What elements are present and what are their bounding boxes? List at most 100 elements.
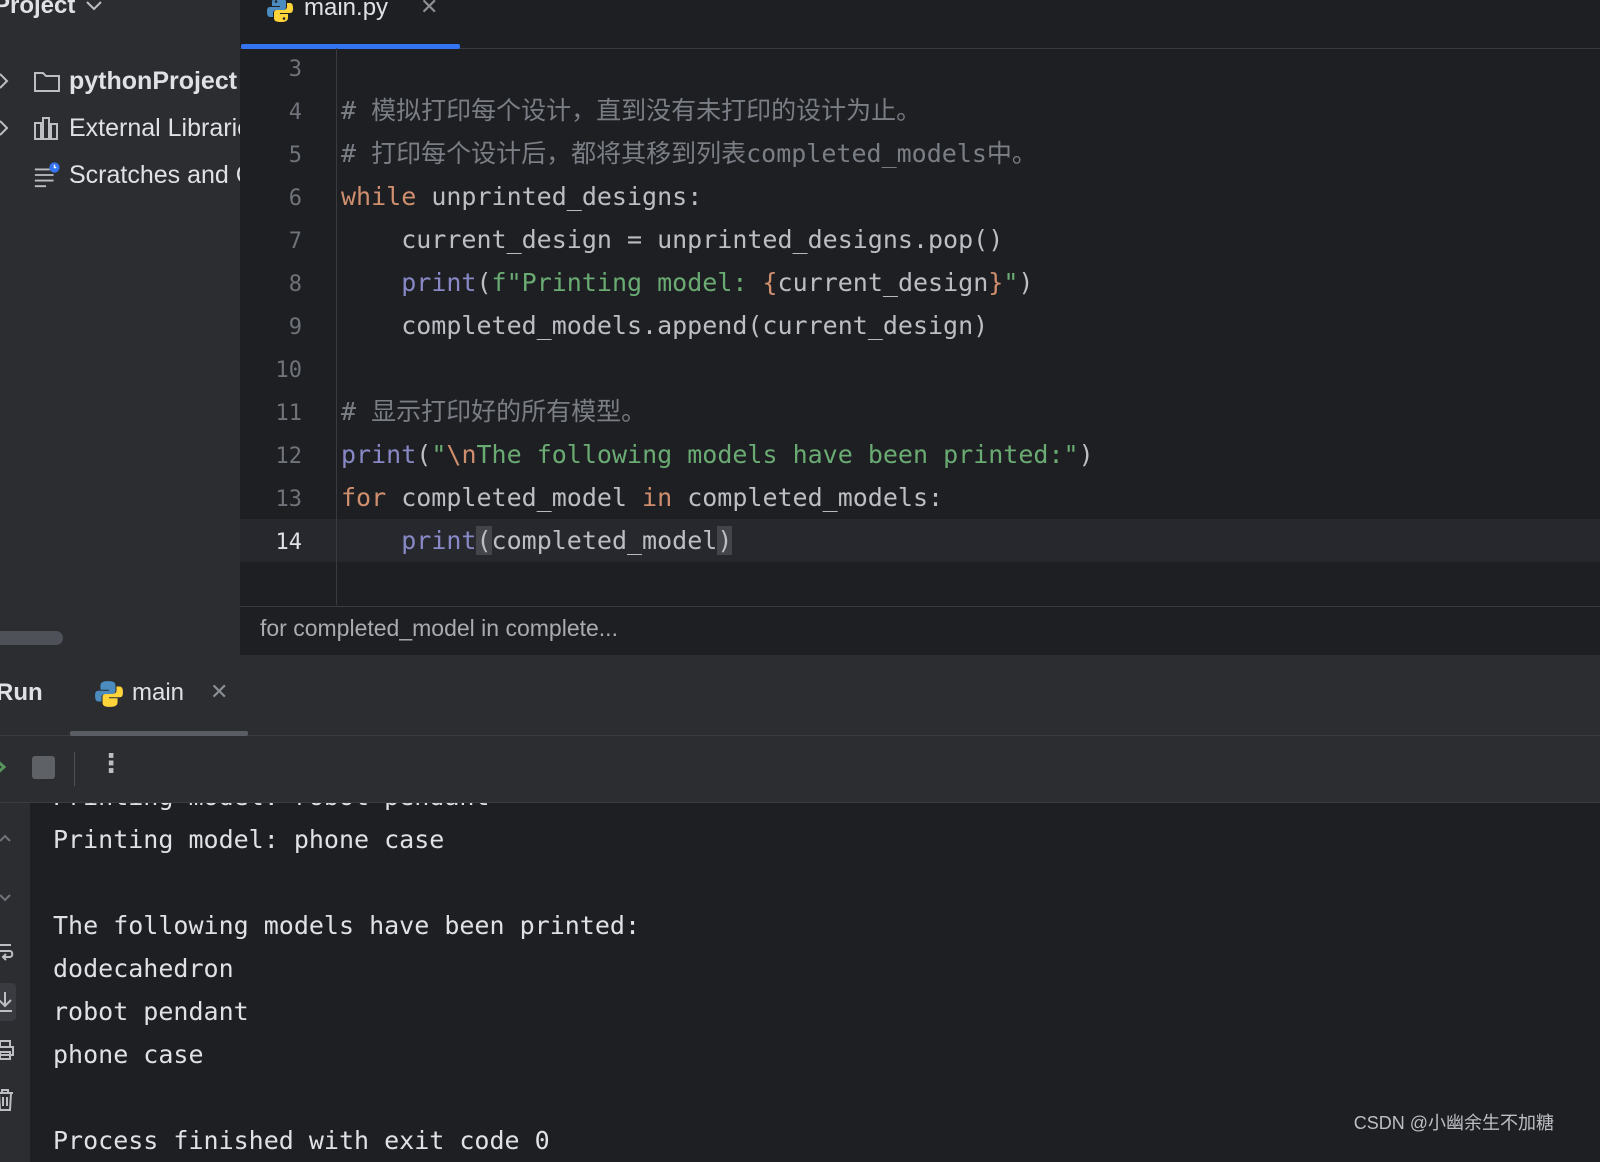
project-tool-window: Project pythonProject External Libraries… <box>0 0 240 655</box>
line-number: 12 <box>275 444 303 469</box>
python-file-icon <box>95 681 123 707</box>
run-toolbar: ⋮ <box>0 736 1600 803</box>
tree-item-external-libraries[interactable]: External Libraries <box>0 108 240 148</box>
print-icon[interactable] <box>0 1037 16 1063</box>
scratches-icon <box>33 155 61 195</box>
paren: ( <box>416 440 432 469</box>
string: The following models have been printed:" <box>476 440 1079 469</box>
run-side-toolbar <box>0 803 30 1162</box>
paren: ( <box>476 268 492 297</box>
string: " <box>431 440 447 469</box>
run-tool-window: Run main ✕ ⋮ Printing model: phone case … <box>0 655 1600 1162</box>
more-options-icon[interactable]: ⋮ <box>98 748 124 779</box>
code-line[interactable]: print("\nThe following models have been … <box>341 433 1094 476</box>
code-line[interactable]: print(f"Printing model: {current_design}… <box>341 261 1033 304</box>
code-line[interactable]: current_design = unprinted_designs.pop() <box>341 218 1003 261</box>
code-text: completed_models.append(current_design) <box>341 311 989 340</box>
tree-item-label: External Libraries <box>69 113 240 142</box>
trash-icon[interactable] <box>0 1087 16 1113</box>
tab-run-main[interactable]: main ✕ <box>70 655 248 736</box>
keyword: in <box>642 483 673 512</box>
console-line: robot pendant <box>53 997 249 1026</box>
chevron-right-icon[interactable] <box>0 108 14 148</box>
console-line: Process finished with exit code 0 <box>53 1126 550 1155</box>
rerun-icon[interactable] <box>0 754 8 780</box>
tree-item-label: pythonProject <box>69 66 238 95</box>
python-file-icon <box>267 0 293 22</box>
breadcrumb-item[interactable]: for completed_model in complete... <box>260 615 618 642</box>
line-number: 3 <box>288 57 302 82</box>
code-line[interactable]: completed_models.append(current_design) <box>341 304 988 347</box>
console-line: dodecahedron <box>53 954 234 983</box>
soft-wrap-icon[interactable] <box>0 938 16 964</box>
line-number: 5 <box>288 143 302 168</box>
close-icon[interactable]: ✕ <box>210 679 228 705</box>
horizontal-scrollbar[interactable] <box>0 631 63 645</box>
tab-label: main.py <box>304 0 389 21</box>
editor-tab-bar: main.py ✕ <box>240 0 1600 49</box>
tab-label: main <box>132 679 185 706</box>
console-line: The following models have been printed: <box>53 911 640 940</box>
line-number-current: 14 <box>275 530 303 555</box>
code-text: completed_model <box>386 483 643 512</box>
stop-icon[interactable] <box>32 756 55 779</box>
code-text: completed_models: <box>672 483 944 512</box>
folder-icon <box>33 61 61 101</box>
console-line: phone case <box>53 1040 204 1069</box>
string: f"Printing model: <box>491 268 763 297</box>
toolbar-separator <box>74 752 75 786</box>
line-number-gutter: 3 4 5 6 7 8 9 10 11 12 13 14 <box>240 48 337 605</box>
scroll-to-end-icon[interactable] <box>0 983 16 1021</box>
line-number: 8 <box>288 272 302 297</box>
code-line[interactable]: # 模拟打印每个设计，直到没有未打印的设计为止。 <box>341 89 921 132</box>
code-line[interactable]: for completed_model in completed_models: <box>341 476 943 519</box>
builtin-function: print <box>401 526 477 555</box>
project-view-selector[interactable]: Project <box>0 0 103 26</box>
line-number: 13 <box>275 487 303 512</box>
code-line[interactable]: while unprinted_designs: <box>341 175 702 218</box>
keyword: for <box>341 483 387 512</box>
fstring-brace: } <box>988 268 1004 297</box>
tree-item-scratches[interactable]: Scratches and Consoles <box>0 155 240 195</box>
matched-paren: ) <box>717 526 733 555</box>
code-line[interactable]: # 打印每个设计后，都将其移到列表completed_models中。 <box>341 132 1037 175</box>
library-icon <box>33 108 61 148</box>
console-line: Printing model: phone case <box>53 825 445 854</box>
escape-sequence: \n <box>446 440 477 469</box>
code-text: completed_model <box>491 526 718 555</box>
scroll-down-icon[interactable] <box>0 885 16 911</box>
paren: ) <box>1078 440 1094 469</box>
builtin-function: print <box>341 440 417 469</box>
code-text: current_design = unprinted_designs.pop() <box>341 225 1004 254</box>
chevron-right-icon[interactable] <box>0 61 14 101</box>
string: " <box>1003 268 1019 297</box>
editor-area: main.py ✕ 3 4 5 6 7 8 9 10 11 12 13 14 #… <box>240 0 1600 655</box>
breadcrumb[interactable]: for completed_model in complete... <box>240 606 1600 655</box>
paren: ) <box>1018 268 1034 297</box>
scroll-up-icon[interactable] <box>0 825 16 851</box>
watermark: CSDN @小幽余生不加糖 <box>1353 1113 1554 1133</box>
run-header: Run main ✕ <box>0 655 1600 736</box>
matched-paren: ( <box>476 526 492 555</box>
code-text: current_design <box>777 268 989 297</box>
comment: # 打印每个设计后，都将其移到列表completed_models中。 <box>341 139 1037 168</box>
project-view-title: Project <box>0 0 76 19</box>
line-number: 11 <box>275 401 303 426</box>
keyword: while <box>341 182 417 211</box>
comment: # 显示打印好的所有模型。 <box>341 397 647 426</box>
line-number: 6 <box>288 186 302 211</box>
code-line[interactable]: # 显示打印好的所有模型。 <box>341 390 646 433</box>
line-number: 9 <box>288 315 302 340</box>
line-number: 7 <box>288 229 302 254</box>
line-number: 4 <box>288 100 302 125</box>
code-text: unprinted_designs: <box>416 182 703 211</box>
console-line: Printing model: robot pendant <box>53 803 490 818</box>
tree-item-pythonproject[interactable]: pythonProject <box>0 61 240 101</box>
run-title: Run <box>0 679 43 706</box>
close-icon[interactable]: ✕ <box>420 0 438 20</box>
code-line-current[interactable]: print(completed_model) <box>341 519 733 562</box>
chevron-down-icon <box>86 1 103 11</box>
tab-main-py[interactable]: main.py ✕ <box>240 0 461 49</box>
